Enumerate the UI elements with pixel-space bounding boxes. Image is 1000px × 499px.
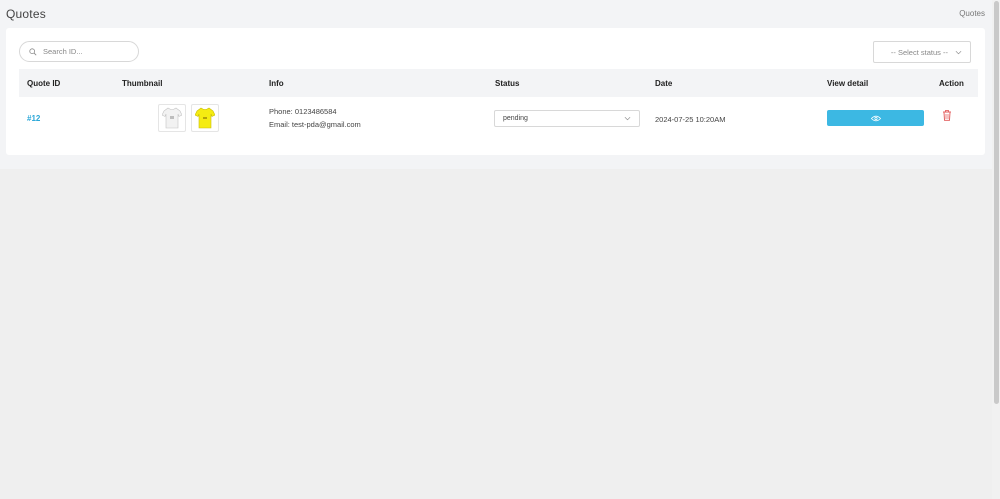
header-thumbnail: Thumbnail	[122, 79, 163, 88]
header-info: Info	[269, 79, 284, 88]
info-phone: Phone: 0123486584	[269, 107, 337, 116]
thumbnail-yellow-tshirt[interactable]	[191, 104, 219, 132]
chevron-down-icon	[624, 116, 631, 121]
quote-date: 2024-07-25 10:20AM	[655, 115, 726, 124]
tshirt-icon	[195, 107, 215, 129]
search-box[interactable]	[19, 41, 139, 62]
header-quote-id: Quote ID	[27, 79, 61, 88]
vertical-scrollbar[interactable]	[992, 0, 1000, 499]
quotes-card: -- Select status -- Quote ID Thumbnail I…	[6, 28, 985, 155]
search-icon	[29, 47, 37, 55]
search-input[interactable]	[43, 47, 133, 56]
eye-icon	[870, 115, 881, 121]
scrollbar-thumb[interactable]	[994, 1, 999, 404]
status-select[interactable]: pending	[494, 110, 640, 127]
info-email: Email: test-pda@gmail.com	[269, 120, 361, 129]
header-action: Action	[939, 79, 964, 88]
breadcrumb[interactable]: Quotes	[959, 9, 985, 18]
table-row: #12 Phone: 0123486584 Email: test-pda@gm…	[19, 97, 978, 144]
page-title: Quotes	[6, 7, 46, 21]
status-filter-select[interactable]: -- Select status --	[873, 41, 971, 63]
trash-icon[interactable]	[942, 110, 952, 121]
chevron-down-icon	[955, 50, 962, 54]
status-value: pending	[503, 115, 528, 122]
status-filter-label: -- Select status --	[890, 47, 948, 57]
header-status: Status	[495, 79, 520, 88]
table-header: Quote ID Thumbnail Info Status Date View…	[19, 69, 978, 97]
thumbnail-white-tshirt[interactable]	[158, 104, 186, 132]
tshirt-icon	[162, 107, 182, 129]
header-view-detail: View detail	[827, 79, 869, 88]
view-detail-button[interactable]	[827, 110, 924, 126]
quote-id-link[interactable]: #12	[27, 114, 40, 123]
header-date: Date	[655, 79, 673, 88]
